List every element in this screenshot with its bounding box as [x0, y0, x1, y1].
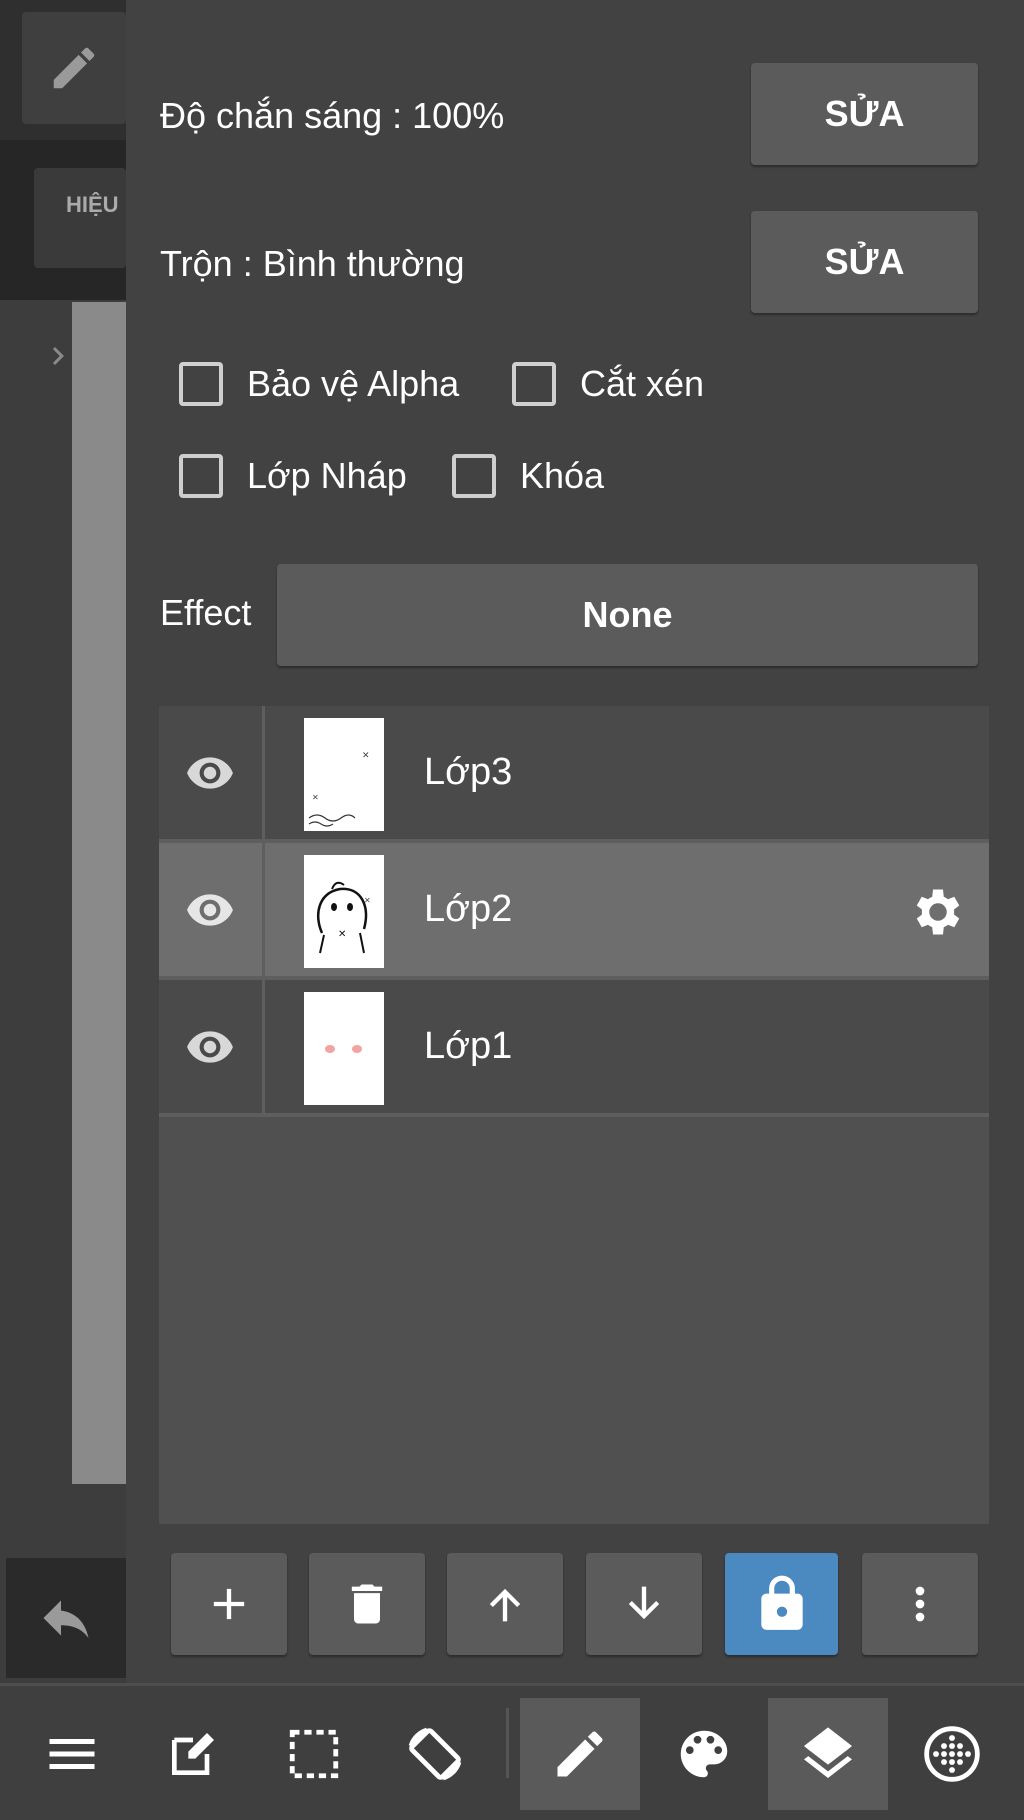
background-app-strip: HIỆU [0, 0, 126, 1683]
svg-text:✕: ✕ [338, 929, 346, 940]
draft-layer-checkbox[interactable]: Lớp Nháp [179, 454, 407, 498]
pen-icon [557, 1731, 603, 1777]
grid-icon [924, 1726, 980, 1782]
lock-icon [760, 1575, 803, 1630]
pen-tool-button[interactable] [22, 12, 126, 124]
svg-text:✕: ✕ [312, 793, 319, 802]
rotate-button[interactable] [375, 1698, 495, 1810]
more-options-button[interactable] [862, 1553, 978, 1655]
bottom-toolbar [0, 1683, 1024, 1820]
checkbox-box[interactable] [452, 454, 496, 498]
layer-thumbnail: ✕ ✕ [304, 718, 384, 831]
lock-layer-button[interactable] [725, 1553, 838, 1655]
menu-button[interactable] [12, 1698, 132, 1810]
gear-icon[interactable] [908, 882, 968, 947]
delete-layer-button[interactable] [309, 1553, 425, 1655]
layer-name: Lớp1 [424, 1025, 513, 1067]
eye-icon[interactable] [185, 1022, 235, 1077]
checkbox-box[interactable] [512, 362, 556, 406]
layers-button[interactable] [768, 1698, 888, 1810]
effect-select-button[interactable]: None [277, 564, 978, 666]
draft-layer-label: Lớp Nháp [247, 455, 407, 496]
add-layer-button[interactable] [171, 1553, 287, 1655]
undo-icon [43, 1600, 89, 1638]
move-layer-down-button[interactable] [586, 1553, 702, 1655]
left-tab-row: HIỆU [0, 140, 126, 300]
color-palette-button[interactable] [644, 1698, 764, 1810]
menu-icon [49, 1739, 95, 1769]
pen-tool-button[interactable] [520, 1698, 640, 1810]
divider [262, 980, 265, 1113]
opacity-label: Độ chắn sáng : 100% [160, 95, 505, 136]
arrow-up-icon [489, 1588, 521, 1622]
pen-icon [53, 47, 95, 89]
arrow-down-icon [628, 1586, 660, 1620]
layer-thumbnail: ✕ ✕ [304, 855, 384, 968]
edit-button[interactable] [133, 1698, 253, 1810]
edit-blend-button[interactable]: SỬA [751, 211, 978, 313]
blend-mode-label: Trộn : Bình thường [160, 243, 465, 284]
svg-text:✕: ✕ [364, 896, 371, 905]
lock-checkbox[interactable]: Khóa [452, 454, 604, 498]
edit-opacity-button[interactable]: SỬA [751, 63, 978, 165]
chevron-right-icon[interactable] [40, 334, 76, 383]
lock-label: Khóa [520, 455, 605, 496]
svg-text:✕: ✕ [362, 750, 370, 760]
clipping-checkbox[interactable]: Cắt xén [512, 362, 704, 406]
tab-effects[interactable]: HIỆU [34, 168, 126, 268]
canvas-preview [72, 302, 126, 1484]
layer-row[interactable]: ✕ ✕ Lớp3 [159, 706, 989, 843]
eye-icon[interactable] [185, 885, 235, 940]
trash-icon [351, 1584, 383, 1624]
layer-row-selected[interactable]: ✕ ✕ Lớp2 [159, 843, 989, 980]
layer-thumbnail [304, 992, 384, 1105]
selection-button[interactable] [254, 1698, 374, 1810]
effect-label: Effect [160, 592, 252, 633]
checkbox-box[interactable] [179, 454, 223, 498]
divider [262, 706, 265, 839]
selection-icon [289, 1729, 339, 1779]
left-top-bar [0, 0, 126, 140]
palette-icon [680, 1730, 728, 1778]
grid-button[interactable] [892, 1698, 1012, 1810]
layers-icon [804, 1727, 852, 1778]
toolbar-divider [506, 1708, 509, 1778]
edit-icon [172, 1733, 214, 1775]
rotate-icon [408, 1727, 462, 1781]
layer-name: Lớp2 [424, 888, 513, 930]
undo-button[interactable] [6, 1558, 126, 1678]
layer-panel: Độ chắn sáng : 100% SỬA Trộn : Bình thườ… [126, 0, 1024, 1683]
checkbox-box[interactable] [179, 362, 223, 406]
eye-icon[interactable] [185, 748, 235, 803]
plus-icon [213, 1588, 245, 1620]
layer-list: ✕ ✕ Lớp3 ✕ ✕ Lớp2 Lớp1 [159, 706, 989, 1524]
move-layer-up-button[interactable] [447, 1553, 563, 1655]
divider [262, 843, 265, 976]
alpha-protect-label: Bảo vệ Alpha [247, 363, 460, 404]
layer-row[interactable]: Lớp1 [159, 980, 989, 1117]
more-vertical-icon [915, 1586, 925, 1622]
clipping-label: Cắt xén [580, 363, 705, 404]
layer-name: Lớp3 [424, 751, 513, 793]
alpha-protect-checkbox[interactable]: Bảo vệ Alpha [179, 362, 459, 406]
